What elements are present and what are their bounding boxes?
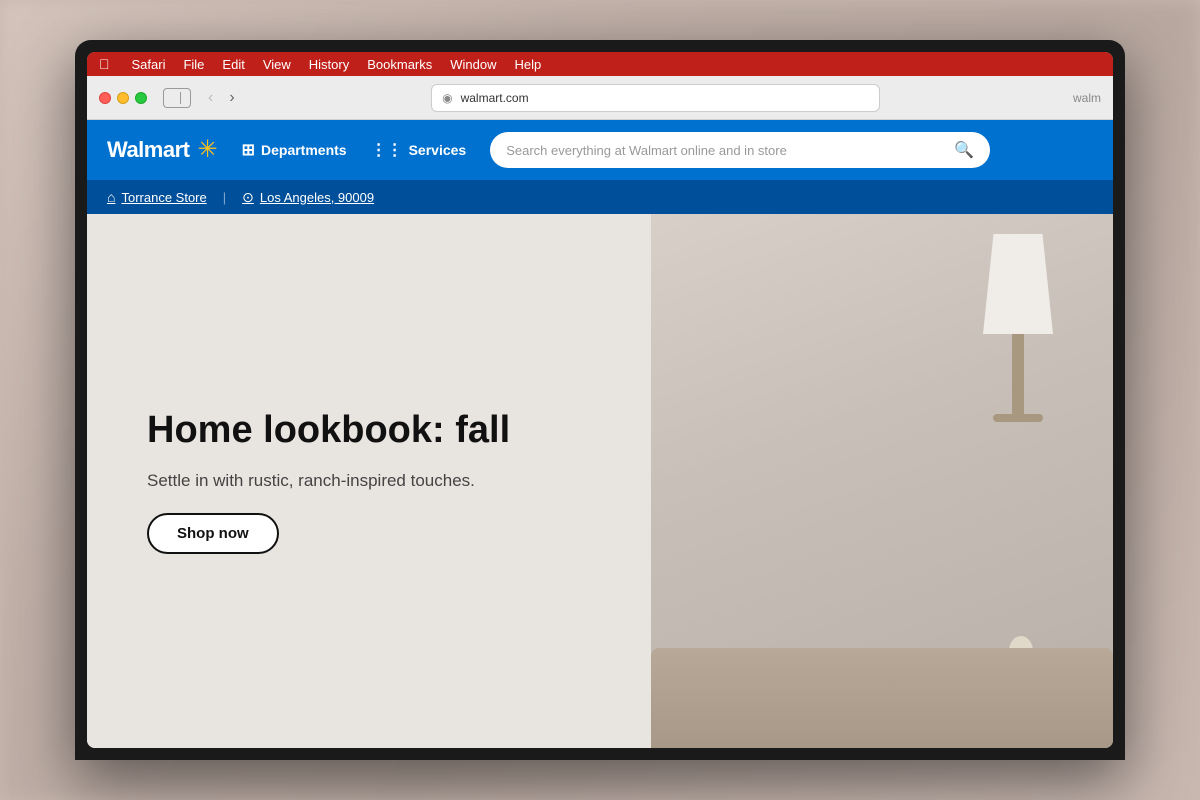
walmart-header: Walmart ✳ ⊞ Departments ⋮⋮ Services Sear… xyxy=(87,120,1113,180)
laptop-frame:  Safari File Edit View History Bookmark… xyxy=(75,40,1125,760)
lamp-foot xyxy=(993,414,1043,422)
browser-window:  Safari File Edit View History Bookmark… xyxy=(87,52,1113,748)
menu-history[interactable]: History xyxy=(309,57,349,72)
address-text: walmart.com xyxy=(461,91,529,105)
forward-button[interactable]: › xyxy=(226,89,237,107)
hero-subtitle: Settle in with rustic, ranch-inspired to… xyxy=(147,468,591,494)
site-label: walm xyxy=(1073,91,1101,105)
store-bar: ⌂ Torrance Store | ⊙ Los Angeles, 90009 xyxy=(87,180,1113,214)
menu-safari[interactable]: Safari xyxy=(132,57,166,72)
services-icon: ⋮⋮ xyxy=(371,140,403,160)
menu-view[interactable]: View xyxy=(263,57,291,72)
menu-window[interactable]: Window xyxy=(450,57,496,72)
search-icon: 🔍 xyxy=(954,140,974,160)
lamp-shade xyxy=(983,234,1053,334)
traffic-lights xyxy=(99,92,147,104)
menu-bookmarks[interactable]: Bookmarks xyxy=(367,57,432,72)
close-button[interactable] xyxy=(99,92,111,104)
browser-chrome: ‹ › ◉ walmart.com walm xyxy=(87,76,1113,120)
menu-edit[interactable]: Edit xyxy=(222,57,244,72)
store-link[interactable]: ⌂ Torrance Store xyxy=(107,189,207,205)
sofa-decoration xyxy=(651,648,1113,748)
store-name: Torrance Store xyxy=(121,190,206,205)
macos-menu-bar:  Safari File Edit View History Bookmark… xyxy=(87,52,1113,76)
address-bar-container: ◉ walmart.com xyxy=(248,84,1063,112)
store-divider: | xyxy=(223,190,226,205)
sidebar-toggle-button[interactable] xyxy=(163,88,191,108)
walmart-spark-icon: ✳ xyxy=(197,138,217,162)
back-button[interactable]: ‹ xyxy=(205,89,216,107)
hero-title: Home lookbook: fall xyxy=(147,408,591,454)
walmart-site: Walmart ✳ ⊞ Departments ⋮⋮ Services Sear… xyxy=(87,120,1113,748)
location-text: Los Angeles, 90009 xyxy=(260,190,374,205)
departments-icon: ⊞ xyxy=(242,140,255,160)
hero-section: Home lookbook: fall Settle in with rusti… xyxy=(87,214,1113,748)
menu-help[interactable]: Help xyxy=(515,57,542,72)
address-bar[interactable]: ◉ walmart.com xyxy=(431,84,879,112)
departments-label: Departments xyxy=(261,142,347,158)
search-placeholder: Search everything at Walmart online and … xyxy=(506,143,946,158)
reader-mode-icon: ◉ xyxy=(442,91,452,105)
walmart-logo-text: Walmart xyxy=(107,137,189,163)
menu-file[interactable]: File xyxy=(183,57,204,72)
search-bar[interactable]: Search everything at Walmart online and … xyxy=(490,132,990,168)
minimize-button[interactable] xyxy=(117,92,129,104)
location-icon: ⊙ xyxy=(242,189,254,206)
shop-now-button[interactable]: Shop now xyxy=(147,513,279,554)
services-label: Services xyxy=(409,142,467,158)
walmart-logo[interactable]: Walmart ✳ xyxy=(107,137,218,163)
departments-nav-item[interactable]: ⊞ Departments xyxy=(242,140,347,160)
lamp-decoration xyxy=(983,234,1053,422)
sidebar-icon xyxy=(173,92,181,104)
services-nav-item[interactable]: ⋮⋮ Services xyxy=(371,140,467,160)
hero-image-area xyxy=(651,214,1113,748)
lamp-base xyxy=(1012,334,1024,414)
apple-menu[interactable]:  xyxy=(99,56,110,72)
fullscreen-button[interactable] xyxy=(135,92,147,104)
store-home-icon: ⌂ xyxy=(107,189,115,205)
hero-text-area: Home lookbook: fall Settle in with rusti… xyxy=(87,214,651,748)
browser-right-controls: walm xyxy=(1073,91,1101,105)
location-link[interactable]: ⊙ Los Angeles, 90009 xyxy=(242,189,374,206)
